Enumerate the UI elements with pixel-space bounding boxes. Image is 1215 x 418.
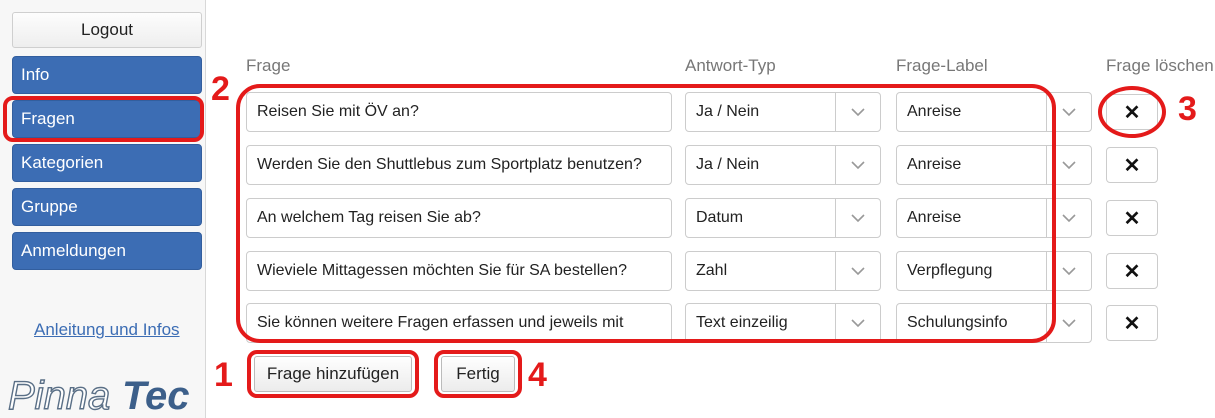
delete-question-button[interactable]: ✕ xyxy=(1106,200,1158,236)
header-question: Frage xyxy=(246,56,291,75)
annotation-box-add xyxy=(247,350,419,398)
sidebar-item-label: Info xyxy=(21,65,50,84)
close-icon: ✕ xyxy=(1123,312,1141,335)
annotation-circle-delete xyxy=(1098,86,1166,138)
annotation-number-3: 3 xyxy=(1178,90,1197,128)
sidebar-item-label: Anmeldungen xyxy=(21,241,126,260)
delete-question-button[interactable]: ✕ xyxy=(1106,253,1158,289)
delete-question-button[interactable]: ✕ xyxy=(1106,147,1158,183)
logo-text-tec: Tec xyxy=(122,374,189,414)
logout-button[interactable]: Logout xyxy=(12,12,202,48)
header-answer-type: Antwort-Typ xyxy=(685,56,776,75)
guide-link[interactable]: Anleitung und Infos xyxy=(34,320,180,340)
sidebar-item-label: Gruppe xyxy=(21,197,78,216)
annotation-box-fragen xyxy=(3,96,204,142)
pinnatec-logo: Pinna Tec xyxy=(7,374,189,414)
annotation-box-done xyxy=(434,350,522,398)
annotation-number-1: 1 xyxy=(214,356,233,394)
sidebar-item-kategorien[interactable]: Kategorien xyxy=(12,144,202,182)
sidebar-item-anmeldungen[interactable]: Anmeldungen xyxy=(12,232,202,270)
sidebar-item-gruppe[interactable]: Gruppe xyxy=(12,188,202,226)
sidebar: Logout Info Fragen Kategorien Gruppe Anm… xyxy=(0,0,206,418)
close-icon: ✕ xyxy=(1123,260,1141,283)
annotation-number-4: 4 xyxy=(528,356,547,394)
annotation-number-2: 2 xyxy=(211,70,230,108)
annotation-box-questions xyxy=(236,84,1056,343)
logo-text-pinna: Pinna xyxy=(8,374,110,414)
sidebar-item-info[interactable]: Info xyxy=(12,56,202,94)
close-icon: ✕ xyxy=(1123,154,1141,177)
close-icon: ✕ xyxy=(1123,207,1141,230)
sidebar-item-label: Kategorien xyxy=(21,153,104,172)
delete-question-button[interactable]: ✕ xyxy=(1106,305,1158,341)
header-delete: Frage löschen xyxy=(1106,56,1214,75)
header-question-label: Frage-Label xyxy=(896,56,988,75)
